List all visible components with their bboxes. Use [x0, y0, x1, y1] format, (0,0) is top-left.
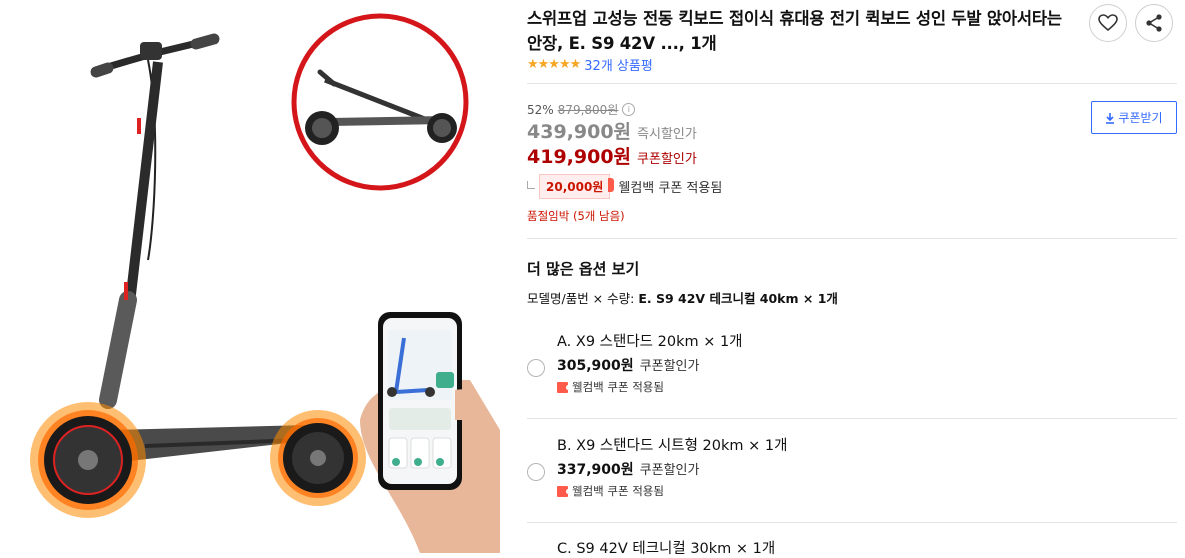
product-title: 스위프업 고성능 전동 킥보드 접이식 휴대용 전기 퀵보드 성인 두발 앉아서… [527, 9, 1062, 53]
coupon-tag-icon [557, 485, 570, 497]
selected-option-prefix: 모델명/품번 × 수량: [527, 291, 635, 306]
option-price-row: 305,900원 쿠폰할인가 [557, 355, 699, 375]
heart-icon [1098, 14, 1118, 32]
indent-corner [527, 180, 535, 189]
more-options-heading: 더 많은 옵션 보기 [527, 260, 640, 278]
product-info-panel: 스위프업 고성능 전동 킥보드 접이식 휴대용 전기 퀵보드 성인 두발 앉아서… [527, 0, 1177, 557]
coupon-download-button[interactable]: 쿠폰받기 [1091, 101, 1177, 134]
instant-price-row: 439,900원 즉시할인가 [527, 117, 697, 144]
star-rating: ★★★★★ [527, 57, 581, 72]
option-price: 337,900원 [557, 462, 634, 478]
coupon-price-label: 쿠폰할인가 [637, 152, 697, 167]
option-cashback: 웰컴백 쿠폰 적용됨 [557, 483, 664, 499]
selected-option-value: E. S9 42V 테크니컬 40km × 1개 [638, 291, 838, 306]
stock-notice: 품절임박 (5개 남음) [527, 209, 625, 223]
option-cashback-label: 웰컴백 쿠폰 적용됨 [572, 380, 664, 394]
info-icon[interactable]: i [622, 103, 636, 116]
discount-row: 52% 879,800원 i [527, 101, 636, 118]
option-price: 305,900원 [557, 358, 634, 374]
option-name: B. X9 스탠다드 시트형 20km × 1개 [557, 438, 788, 454]
rating-summary[interactable]: ★★★★★ 32개 상품평 [527, 55, 653, 74]
download-icon [1106, 112, 1115, 124]
option-price-row: 337,900원 쿠폰할인가 [557, 459, 699, 479]
discount-rate: 52% [527, 102, 554, 117]
coupon-price-row: 419,900원 쿠폰할인가 [527, 142, 697, 169]
option-cashback-label: 웰컴백 쿠폰 적용됨 [572, 484, 664, 498]
product-image[interactable] [0, 0, 505, 553]
divider [527, 83, 1177, 84]
original-price: 879,800원 [557, 103, 619, 117]
coupon-button-label: 쿠폰받기 [1118, 111, 1163, 125]
option-name: A. X9 스탠다드 20km × 1개 [557, 334, 743, 350]
cashback-row: 20,000원 웰컴백 쿠폰 적용됨 [527, 174, 722, 199]
selected-option-summary: 모델명/품번 × 수량: E. S9 42V 테크니컬 40km × 1개 [527, 288, 838, 307]
cashback-amount-badge: 20,000원 [539, 174, 615, 199]
cashback-label: 웰컴백 쿠폰 적용됨 [618, 181, 723, 196]
option-price-label: 쿠폰할인가 [639, 359, 700, 374]
option-radio[interactable] [527, 359, 545, 377]
divider [527, 522, 1177, 523]
divider [527, 238, 1177, 239]
option-cashback: 웰컴백 쿠폰 적용됨 [557, 379, 664, 395]
scooter-illustration [30, 13, 500, 553]
option-name: C. S9 42V 테크니컬 30km × 1개 [557, 541, 776, 557]
option-radio[interactable] [527, 463, 545, 481]
review-count-link[interactable]: 32개 상품평 [584, 55, 653, 74]
instant-price-label: 즉시할인가 [637, 127, 697, 142]
option-price-label: 쿠폰할인가 [639, 463, 700, 478]
share-icon [1146, 14, 1162, 32]
divider [527, 418, 1177, 419]
share-button[interactable] [1135, 4, 1173, 42]
coupon-price: 419,900원 [527, 146, 632, 168]
instant-price: 439,900원 [527, 121, 632, 143]
coupon-tag-icon [557, 381, 570, 393]
wishlist-button[interactable] [1089, 4, 1127, 42]
